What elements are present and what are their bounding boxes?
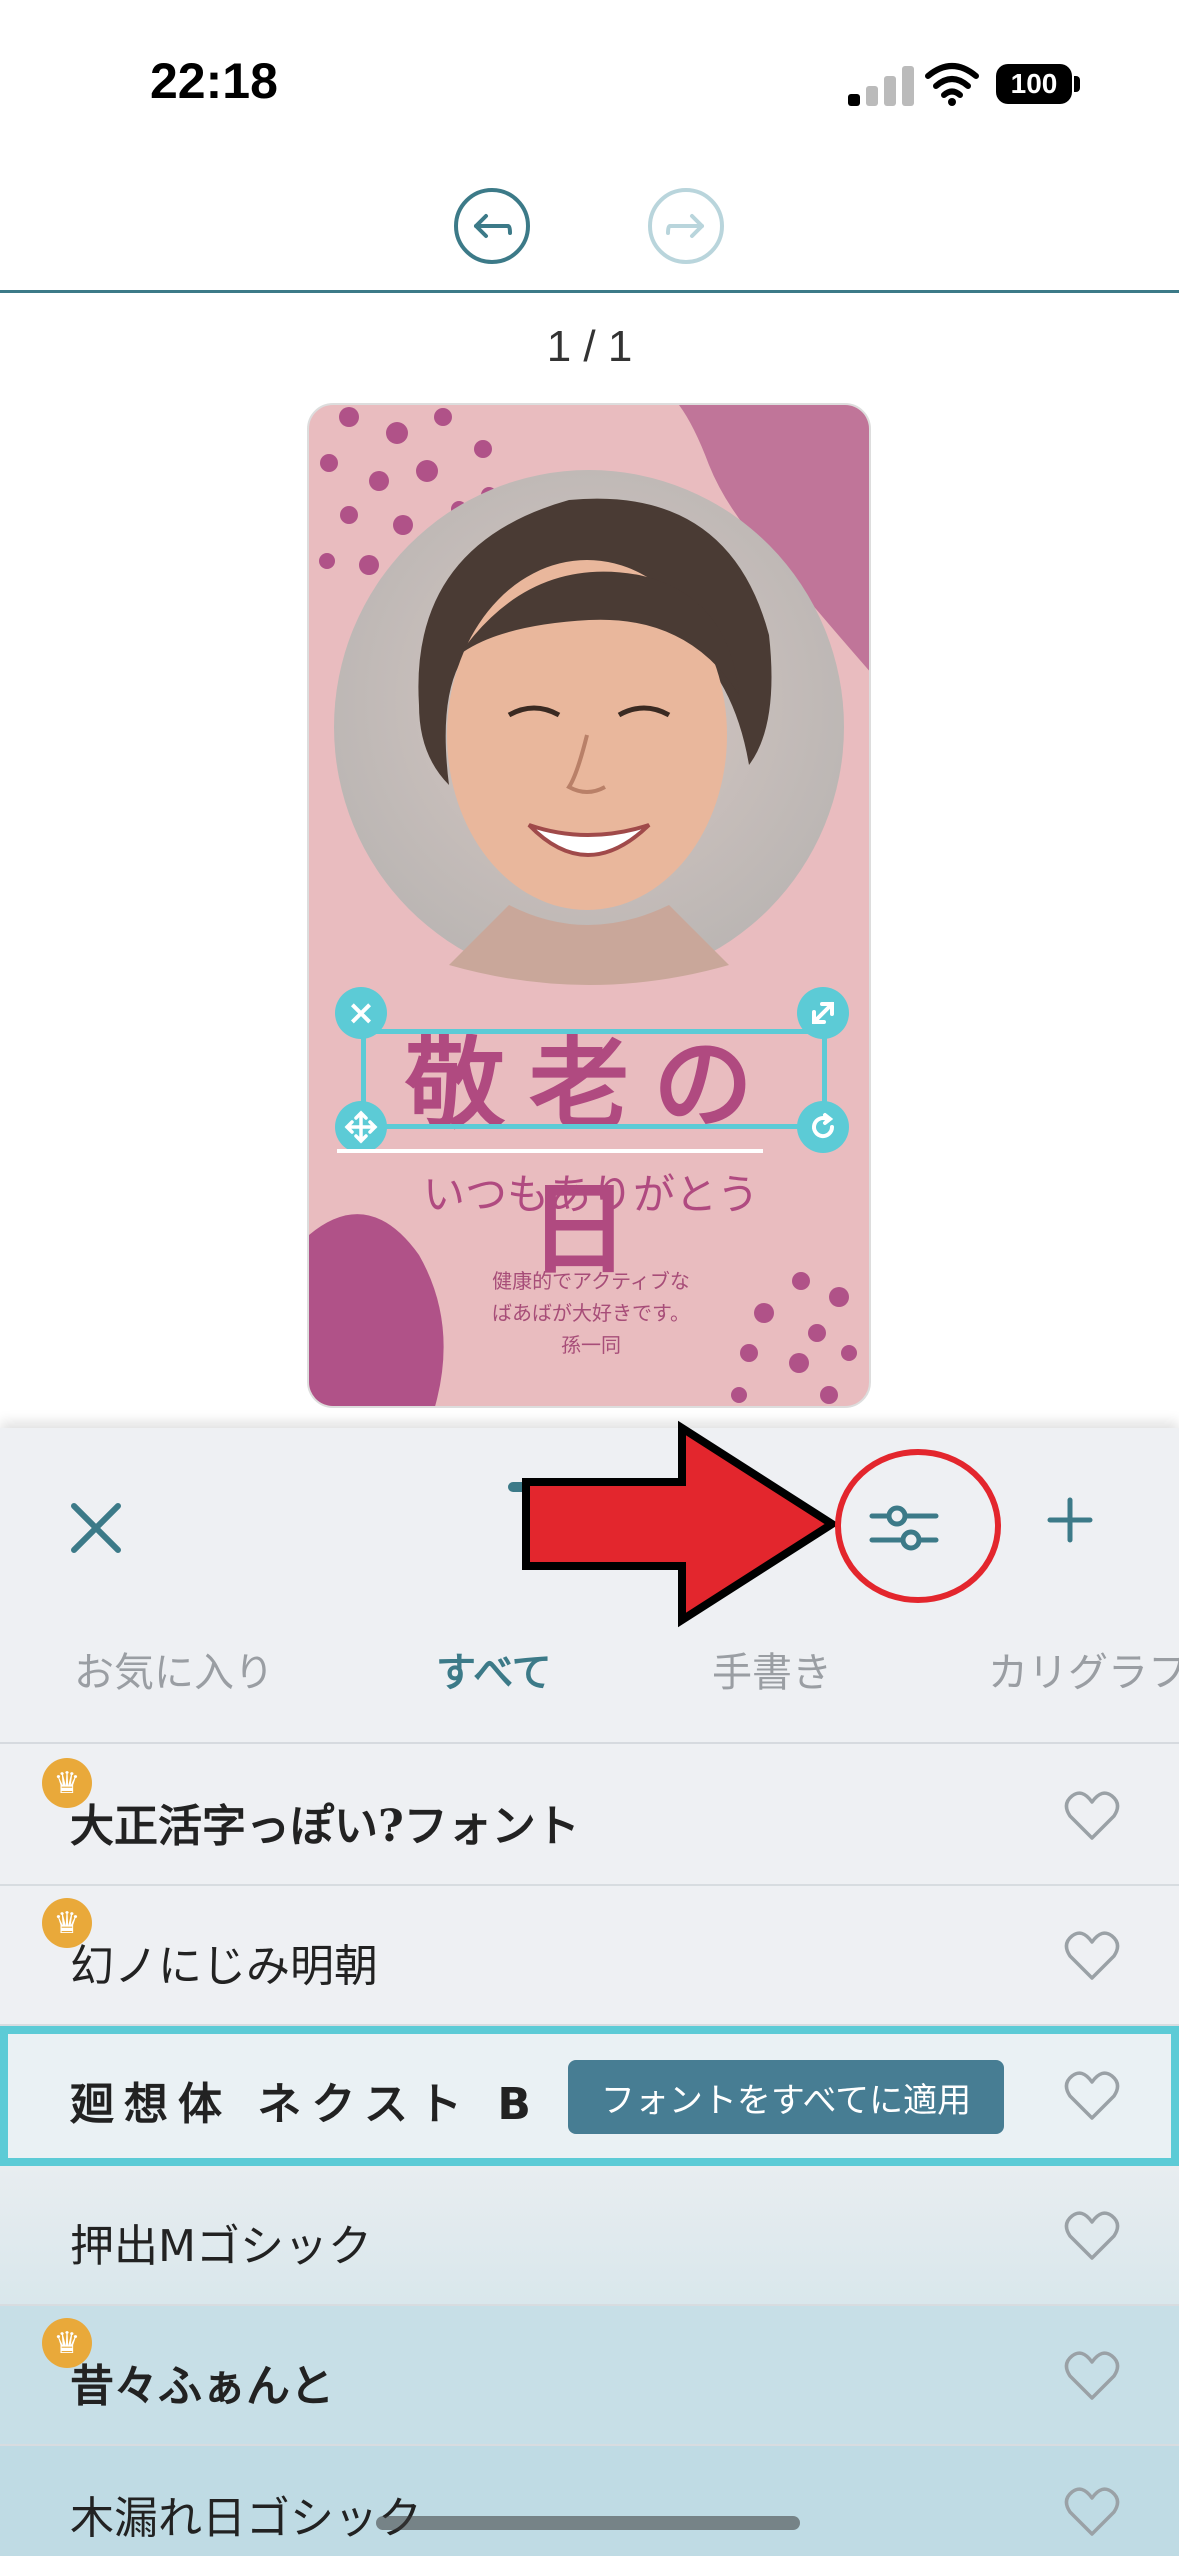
- heart-icon[interactable]: [1064, 1930, 1120, 1982]
- undo-button[interactable]: [454, 188, 530, 264]
- heart-icon[interactable]: [1064, 2210, 1120, 2262]
- font-list-item[interactable]: ♛ 幻ノにじみ明朝: [0, 1886, 1179, 2026]
- font-list-item[interactable]: 木漏れ日ゴシック: [0, 2446, 1179, 2556]
- font-name: 廻想体 ネクスト B: [70, 2079, 541, 2130]
- close-button[interactable]: [64, 1496, 128, 1560]
- tab-calligraphy[interactable]: カリグラフ: [988, 1640, 1179, 1698]
- rotate-icon: [812, 1113, 835, 1139]
- font-list-item[interactable]: ♛ 昔々ふぁんと: [0, 2306, 1179, 2446]
- expand-icon: [812, 1002, 834, 1024]
- close-icon: [71, 1503, 121, 1553]
- heart-icon[interactable]: [1064, 2486, 1120, 2538]
- card-message-line[interactable]: ばあばが大好きです。: [309, 1297, 869, 1326]
- font-name: 木漏れ日ゴシック: [70, 2493, 422, 2544]
- apply-font-to-all-button[interactable]: フォントをすべてに適用: [568, 2060, 1004, 2134]
- annotation-circle-icon: [835, 1449, 1001, 1603]
- text-selection-box[interactable]: [361, 1029, 827, 1129]
- font-list-item[interactable]: 押出Mゴシック: [0, 2166, 1179, 2306]
- undo-arrow-icon: [474, 214, 512, 238]
- move-handle[interactable]: [335, 1101, 387, 1153]
- card-message-line[interactable]: 健康的でアクティブな: [309, 1265, 869, 1294]
- tab-all[interactable]: すべて: [436, 1640, 552, 1698]
- font-list-item[interactable]: ♛ 大正活字っぽい?フォント: [0, 1746, 1179, 1886]
- font-name: 幻ノにじみ明朝: [70, 1941, 378, 1992]
- card-canvas[interactable]: 敬老の日 × いつもありがとう 健康的でアクティブな ばあばが大好きです。 孫一…: [307, 403, 871, 1408]
- battery-icon: 100: [996, 64, 1072, 104]
- tabs-divider: [0, 1742, 1179, 1744]
- wifi-icon: [925, 63, 979, 106]
- resize-handle[interactable]: [797, 987, 849, 1039]
- plus-icon: [1047, 1497, 1093, 1543]
- heart-icon[interactable]: [1064, 1790, 1120, 1842]
- card-message-line[interactable]: 孫一同: [309, 1329, 869, 1358]
- status-time: 22:18: [150, 53, 278, 109]
- home-indicator[interactable]: [376, 2516, 800, 2530]
- tab-handwriting[interactable]: 手書き: [712, 1640, 832, 1698]
- move-icon: [344, 1110, 378, 1144]
- annotation-arrow-icon: [522, 1420, 840, 1628]
- font-name: 大正活字っぽい?フォント: [70, 1801, 580, 1852]
- battery-tip: [1074, 76, 1080, 92]
- redo-arrow-icon: [666, 214, 704, 238]
- font-name: 押出Mゴシック: [70, 2221, 372, 2272]
- redo-button[interactable]: [648, 188, 724, 264]
- header-divider: [0, 290, 1179, 293]
- font-name: 昔々ふぁんと: [70, 2361, 334, 2412]
- delete-handle[interactable]: ×: [335, 987, 387, 1039]
- rotate-handle[interactable]: [797, 1101, 849, 1153]
- tab-favorites[interactable]: お気に入り: [74, 1640, 274, 1698]
- heart-icon[interactable]: [1064, 2350, 1120, 2402]
- cellular-signal-icon: [848, 66, 916, 106]
- card-subtitle[interactable]: いつもありがとう: [309, 1161, 869, 1222]
- heart-icon[interactable]: [1064, 2070, 1120, 2122]
- card-divider-line: [337, 1149, 763, 1153]
- add-button[interactable]: [1040, 1490, 1100, 1550]
- page-counter: 1 / 1: [546, 322, 633, 371]
